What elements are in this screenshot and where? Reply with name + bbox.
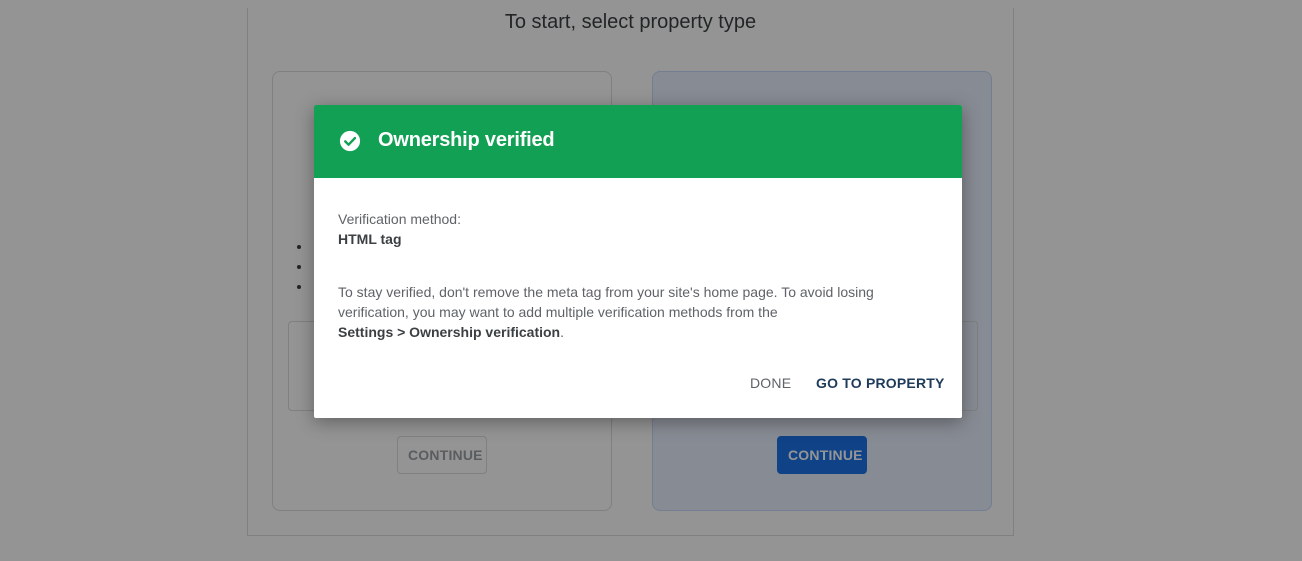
- dialog-header: Ownership verified: [314, 105, 962, 178]
- dialog-title: Ownership verified: [378, 129, 555, 151]
- verification-method-value: HTML tag: [338, 231, 402, 247]
- dialog-body-text: To stay verified, don't remove the meta …: [338, 282, 898, 342]
- done-button[interactable]: DONE: [750, 375, 791, 391]
- ownership-verified-dialog: Ownership verified Verification method: …: [314, 105, 962, 418]
- go-to-property-button[interactable]: GO TO PROPERTY: [816, 375, 945, 391]
- body-text-suffix: .: [560, 324, 564, 340]
- verification-method-label: Verification method:: [338, 211, 461, 227]
- body-text-main: To stay verified, don't remove the meta …: [338, 284, 874, 320]
- settings-path-text: Settings > Ownership verification: [338, 324, 561, 340]
- check-circle-icon: [339, 130, 361, 152]
